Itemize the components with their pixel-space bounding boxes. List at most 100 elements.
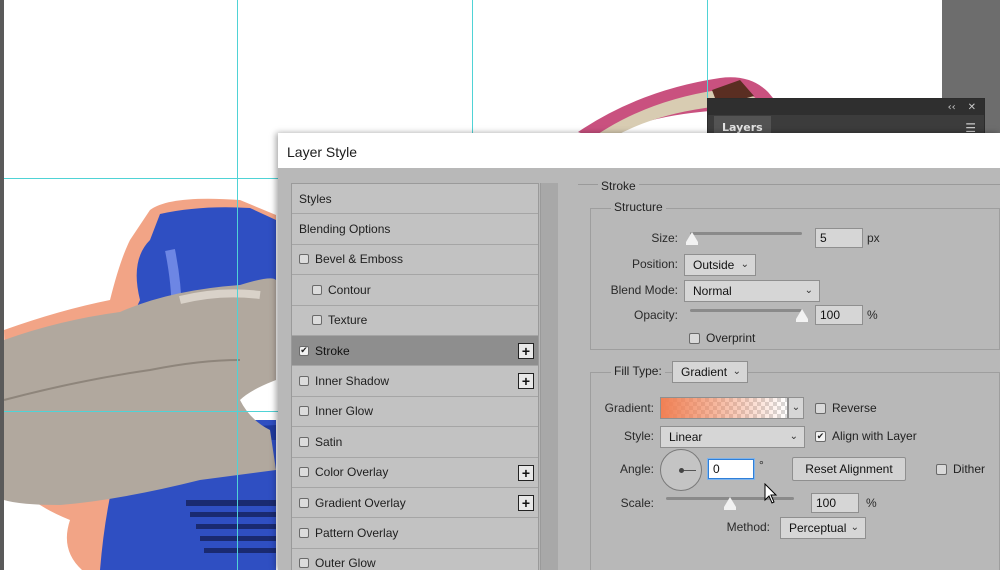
style-item[interactable]: Color Overlay + — [292, 457, 538, 488]
angle-dial-center — [679, 468, 684, 473]
structure-group-title: Structure — [611, 200, 666, 214]
style-item-label: Stroke — [315, 343, 350, 358]
style-item[interactable]: Outer Glow — [292, 548, 538, 570]
style-item-checkbox[interactable] — [299, 467, 309, 478]
style-item[interactable]: Contour — [292, 275, 538, 306]
style-item[interactable]: Gradient Overlay + — [292, 487, 538, 519]
dialog-body: Styles Blending Options Bevel & Emboss Cont… — [278, 168, 1000, 570]
style-item-checkbox[interactable]: ✔ — [299, 345, 309, 356]
gradient-picker-chevron-icon[interactable]: ⌄ — [788, 397, 804, 419]
dither-label: Dither — [953, 462, 986, 476]
style-item-checkbox[interactable] — [312, 315, 322, 326]
style-item[interactable]: Satin — [292, 427, 538, 458]
layers-panel-topbar: ‹‹ ✕ — [708, 99, 984, 115]
style-item-label: Color Overlay — [315, 465, 389, 480]
method-dropdown[interactable]: Perceptual ⌄ — [780, 517, 866, 539]
style-item-checkbox[interactable] — [299, 436, 309, 447]
reset-alignment-button[interactable]: Reset Alignment — [792, 457, 906, 481]
blend-mode-dropdown[interactable]: Normal ⌄ — [684, 280, 820, 302]
guide-vertical — [237, 0, 238, 570]
reverse-label: Reverse — [832, 401, 877, 415]
scale-input[interactable]: 100 — [811, 493, 859, 513]
size-slider-thumb[interactable] — [686, 232, 699, 245]
stroke-section-title: Stroke — [598, 179, 639, 193]
overprint-checkbox[interactable]: Overprint — [689, 331, 755, 345]
size-slider-track[interactable] — [690, 232, 802, 235]
chevron-down-icon: ⌄ — [850, 522, 859, 533]
style-item-checkbox[interactable] — [299, 558, 309, 569]
styles-list-scrollbar[interactable] — [540, 183, 558, 570]
align-with-layer-label: Align with Layer — [832, 429, 917, 443]
layer-style-dialog: Layer Style Styles Blending Options Bevel … — [278, 133, 1000, 570]
style-label: Style: — [623, 429, 654, 443]
scale-label: Scale: — [620, 496, 654, 510]
angle-input[interactable]: 0 — [708, 459, 754, 479]
align-with-layer-checkbox-box[interactable]: ✔ — [815, 430, 826, 442]
style-item-checkbox[interactable] — [299, 406, 309, 417]
style-item-label: Satin — [315, 434, 343, 449]
style-item[interactable]: Texture — [292, 305, 538, 336]
angle-dial-needle — [682, 470, 696, 471]
style-item-checkbox[interactable] — [299, 527, 309, 538]
style-dropdown[interactable]: Linear ⌄ — [660, 426, 805, 448]
reverse-checkbox-box[interactable] — [815, 402, 826, 414]
fill-type-dropdown[interactable]: Gradient ⌄ — [672, 361, 748, 383]
style-item-checkbox[interactable] — [299, 254, 309, 265]
dither-checkbox-box[interactable] — [936, 463, 947, 475]
opacity-input[interactable]: 100 — [815, 305, 863, 325]
style-item[interactable]: Blending Options — [292, 214, 538, 245]
position-dropdown[interactable]: Outside ⌄ — [684, 254, 756, 276]
angle-label: Angle: — [619, 462, 654, 476]
style-item-checkbox[interactable] — [312, 284, 322, 295]
style-item[interactable]: Inner Shadow + — [292, 366, 538, 397]
mouse-cursor-icon — [764, 483, 778, 504]
gradient-swatch[interactable] — [660, 397, 788, 419]
scale-slider-thumb[interactable] — [724, 497, 736, 510]
overprint-checkbox-box[interactable] — [689, 332, 700, 344]
angle-unit: ° — [759, 458, 764, 472]
angle-dial[interactable] — [660, 449, 702, 491]
style-item-label: Gradient Overlay — [315, 495, 406, 510]
method-label: Method: — [726, 520, 770, 534]
canvas-left-edge — [0, 0, 4, 570]
style-item-label: Blending Options — [299, 222, 391, 237]
dialog-title[interactable]: Layer Style — [278, 133, 1000, 168]
style-item[interactable]: ✔ Stroke + — [292, 335, 538, 367]
style-item-label: Styles — [299, 191, 332, 206]
add-effect-plus-icon[interactable]: + — [518, 373, 534, 390]
chevron-down-icon: ⌄ — [740, 259, 749, 270]
opacity-slider-track[interactable] — [690, 309, 802, 312]
opacity-unit: % — [867, 308, 878, 322]
hand — [4, 278, 276, 505]
style-item-checkbox[interactable] — [299, 497, 309, 508]
overprint-label: Overprint — [706, 331, 756, 345]
style-item-checkbox[interactable] — [299, 376, 309, 387]
double-chevron-left-icon[interactable]: ‹‹ — [948, 102, 956, 113]
blend-mode-label: Blend Mode: — [610, 283, 678, 297]
add-effect-plus-icon[interactable]: + — [518, 342, 534, 359]
chevron-down-icon: ⌄ — [789, 431, 798, 442]
styles-list: Styles Blending Options Bevel & Emboss Cont… — [291, 183, 539, 570]
style-item[interactable]: Styles — [292, 184, 538, 215]
add-effect-plus-icon[interactable]: + — [518, 464, 534, 481]
reverse-checkbox[interactable]: Reverse — [815, 401, 877, 415]
style-item-label: Pattern Overlay — [315, 525, 399, 540]
layers-panel: ‹‹ ✕ Layers ☰ — [707, 98, 985, 139]
style-item[interactable]: Inner Glow — [292, 396, 538, 428]
blend-mode-value: Normal — [693, 284, 732, 298]
style-item[interactable]: Pattern Overlay — [292, 518, 538, 549]
stroke-section-divider — [578, 184, 1000, 185]
dither-checkbox[interactable]: Dither — [936, 462, 985, 476]
position-value: Outside — [693, 258, 735, 272]
close-icon[interactable]: ✕ — [968, 102, 976, 113]
add-effect-plus-icon[interactable]: + — [518, 494, 534, 511]
align-with-layer-checkbox[interactable]: ✔ Align with Layer — [815, 429, 917, 443]
style-item-label: Bevel & Emboss — [315, 252, 404, 267]
scale-unit: % — [866, 496, 877, 510]
style-item-label: Inner Glow — [315, 404, 374, 419]
style-item-label: Contour — [328, 282, 371, 297]
opacity-slider-thumb[interactable] — [796, 309, 808, 322]
style-item[interactable]: Bevel & Emboss — [292, 244, 538, 276]
chevron-down-icon: ⌄ — [732, 366, 741, 377]
size-input[interactable]: 5 — [815, 228, 863, 248]
